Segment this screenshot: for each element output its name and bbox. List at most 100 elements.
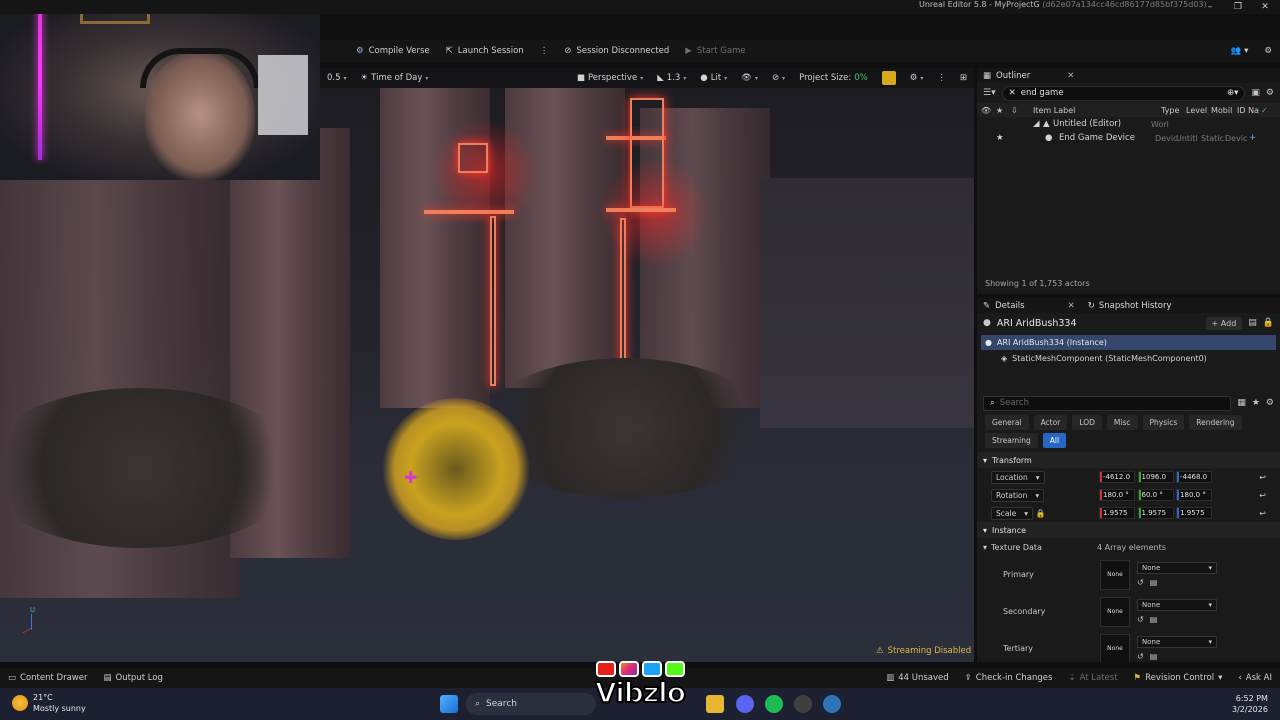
rotation-dropdown[interactable]: Rotation ▾: [991, 488, 1045, 502]
location-z-field[interactable]: -4468.0: [1176, 471, 1213, 483]
transform-section-header[interactable]: ▾ Transform: [977, 452, 1280, 468]
start-game-button[interactable]: ▶ Start Game: [677, 40, 753, 62]
scale-x-field[interactable]: 1.9575: [1099, 507, 1135, 519]
pin-col-icon[interactable]: ★: [996, 106, 1011, 115]
unreal-editor-icon[interactable]: [823, 695, 841, 713]
category-misc[interactable]: Misc: [1106, 415, 1138, 430]
camera-speed-dropdown[interactable]: 0.5 ▾: [320, 68, 354, 88]
category-rendering[interactable]: Rendering: [1189, 415, 1242, 430]
details-tab[interactable]: ✎ Details: [983, 301, 1025, 311]
scale-y-field[interactable]: 1.9575: [1137, 507, 1174, 519]
maximize-button[interactable]: ❐: [1223, 0, 1253, 14]
output-log-button[interactable]: ▤ Output Log: [95, 668, 170, 688]
spotify-icon[interactable]: [765, 695, 783, 713]
texture-dropdown[interactable]: None ▾: [1137, 599, 1217, 611]
location-dropdown[interactable]: Location ▾: [991, 470, 1045, 484]
time-of-day-dropdown[interactable]: ☀ Time of Day ▾: [354, 68, 436, 88]
close-tab-icon[interactable]: ✕: [1068, 301, 1075, 311]
location-y-field[interactable]: 1096.0: [1137, 471, 1174, 483]
grid-view-icon[interactable]: ▦: [1237, 398, 1246, 408]
category-actor[interactable]: Actor: [1033, 415, 1068, 430]
visibility-col-icon[interactable]: 👁: [981, 106, 996, 115]
category-general[interactable]: General: [985, 415, 1029, 430]
file-explorer-icon[interactable]: [706, 695, 724, 713]
category-all[interactable]: All: [1042, 433, 1067, 448]
lit-dropdown[interactable]: ● Lit ▾: [693, 68, 734, 88]
scale-tool-button[interactable]: [875, 68, 903, 88]
rotation-z-field[interactable]: 180.0 °: [1176, 489, 1213, 501]
category-streaming[interactable]: Streaming: [985, 433, 1038, 448]
settings-icon[interactable]: ⚙: [1266, 398, 1274, 408]
add-filter-icon[interactable]: ⊕▾: [1227, 88, 1238, 98]
browse-icon[interactable]: ▤: [1150, 578, 1158, 587]
add-component-button[interactable]: + Add: [1205, 316, 1243, 330]
at-latest-button[interactable]: ⇣ At Latest: [1060, 668, 1125, 688]
lock-icon[interactable]: 🔒: [1036, 509, 1046, 518]
minimize-button[interactable]: –: [1195, 0, 1225, 14]
details-search-input[interactable]: ⌕ Search: [983, 395, 1232, 411]
multiplayer-icon[interactable]: 👥 ▾: [1223, 40, 1257, 62]
outliner-search-input[interactable]: ✕ end game ⊕▾: [1001, 85, 1246, 101]
collapse-arrow-icon[interactable]: ◢: [1033, 119, 1043, 129]
folder-icon[interactable]: ▣: [1251, 88, 1260, 98]
snap-dropdown[interactable]: ⊘ ▾: [765, 68, 792, 88]
collapse-arrow-icon[interactable]: ▾: [977, 543, 987, 552]
weather-widget[interactable]: 21°C Mostly sunny: [12, 692, 86, 714]
col-mobility[interactable]: Mobil: [1211, 106, 1237, 115]
viewport-menu-button[interactable]: ⋮: [930, 68, 953, 88]
reset-arrow-icon[interactable]: ↩: [1259, 473, 1280, 482]
tree-row-world[interactable]: ◢ ▲ Untitled (Editor) Worl: [977, 117, 1280, 131]
perspective-dropdown[interactable]: ■ Perspective ▾: [570, 68, 650, 88]
blueprint-icon[interactable]: ▤: [1248, 318, 1257, 328]
ask-ai-button[interactable]: ‹ Ask AI: [1230, 668, 1280, 688]
close-tab-icon[interactable]: ✕: [1067, 71, 1074, 81]
reset-arrow-icon[interactable]: ↩: [1259, 491, 1280, 500]
texture-thumbnail[interactable]: None: [1100, 633, 1130, 662]
unsaved-button[interactable]: ▥ 44 Unsaved: [878, 668, 956, 688]
clear-search-icon[interactable]: ✕: [1009, 88, 1016, 98]
filter-icon[interactable]: ☰▾: [983, 88, 996, 98]
pivot-gizmo[interactable]: ✚: [404, 470, 420, 486]
discord-icon[interactable]: [736, 695, 754, 713]
lock-icon[interactable]: 🔒: [1263, 318, 1274, 328]
reset-arrow-icon[interactable]: ↩: [1259, 509, 1280, 518]
col-item-label[interactable]: Item Label: [1033, 106, 1161, 115]
favorite-icon[interactable]: ★: [996, 133, 1045, 143]
col-level[interactable]: Level: [1186, 106, 1211, 115]
lock-col-icon[interactable]: ⇩: [1011, 106, 1033, 115]
windows-start-icon[interactable]: [440, 695, 458, 713]
texture-dropdown[interactable]: None ▾: [1137, 636, 1217, 648]
texture-dropdown[interactable]: None ▾: [1137, 562, 1217, 574]
browse-icon[interactable]: ▤: [1150, 615, 1158, 624]
check-in-changes-button[interactable]: ⇪ Check-in Changes: [957, 668, 1061, 688]
compile-verse-button[interactable]: ⚙ Compile Verse: [348, 40, 438, 62]
settings-icon[interactable]: ⚙: [1256, 40, 1280, 62]
show-flags-dropdown[interactable]: 👁 ▾: [734, 68, 765, 88]
tree-row-end-game-device[interactable]: ★ ● End Game Device Devic Untitl Static …: [977, 131, 1280, 145]
clock[interactable]: 6:52 PM 3/2/2026: [1232, 693, 1268, 715]
more-options-button[interactable]: ⋮: [532, 40, 557, 62]
col-type[interactable]: Type: [1161, 106, 1186, 115]
add-icon[interactable]: +: [1249, 133, 1256, 143]
component-row[interactable]: ◈ StaticMeshComponent (StaticMeshCompone…: [977, 350, 1280, 367]
location-x-field[interactable]: -4612.0: [1099, 471, 1135, 483]
texture-thumbnail[interactable]: None: [1100, 596, 1130, 627]
component-instance-row[interactable]: ● ARI AridBush334 (Instance): [981, 335, 1276, 350]
settings-icon[interactable]: ⚙: [1266, 88, 1274, 98]
col-id-name[interactable]: ID Na: [1237, 106, 1261, 115]
reset-icon[interactable]: ↺: [1137, 578, 1144, 587]
rotation-y-field[interactable]: 60.0 °: [1137, 489, 1174, 501]
outliner-tab[interactable]: ▦ Outliner ✕: [977, 68, 1280, 83]
session-status[interactable]: ⊘ Session Disconnected: [556, 40, 677, 62]
texture-thumbnail[interactable]: None: [1100, 559, 1130, 590]
scale-z-field[interactable]: 1.9575: [1176, 507, 1213, 519]
instance-section-header[interactable]: ▾ Instance: [977, 522, 1280, 538]
snapshot-history-tab[interactable]: ↻ Snapshot History: [1088, 301, 1172, 311]
fov-dropdown[interactable]: ◣ 1.3 ▾: [650, 68, 693, 88]
layout-icon[interactable]: ⊞: [953, 68, 974, 88]
reset-icon[interactable]: ↺: [1137, 652, 1144, 661]
content-drawer-button[interactable]: ▭ Content Drawer: [0, 668, 95, 688]
taskbar-search[interactable]: ⌕ Search: [466, 693, 596, 715]
category-physics[interactable]: Physics: [1142, 415, 1185, 430]
browse-icon[interactable]: ▤: [1150, 652, 1158, 661]
